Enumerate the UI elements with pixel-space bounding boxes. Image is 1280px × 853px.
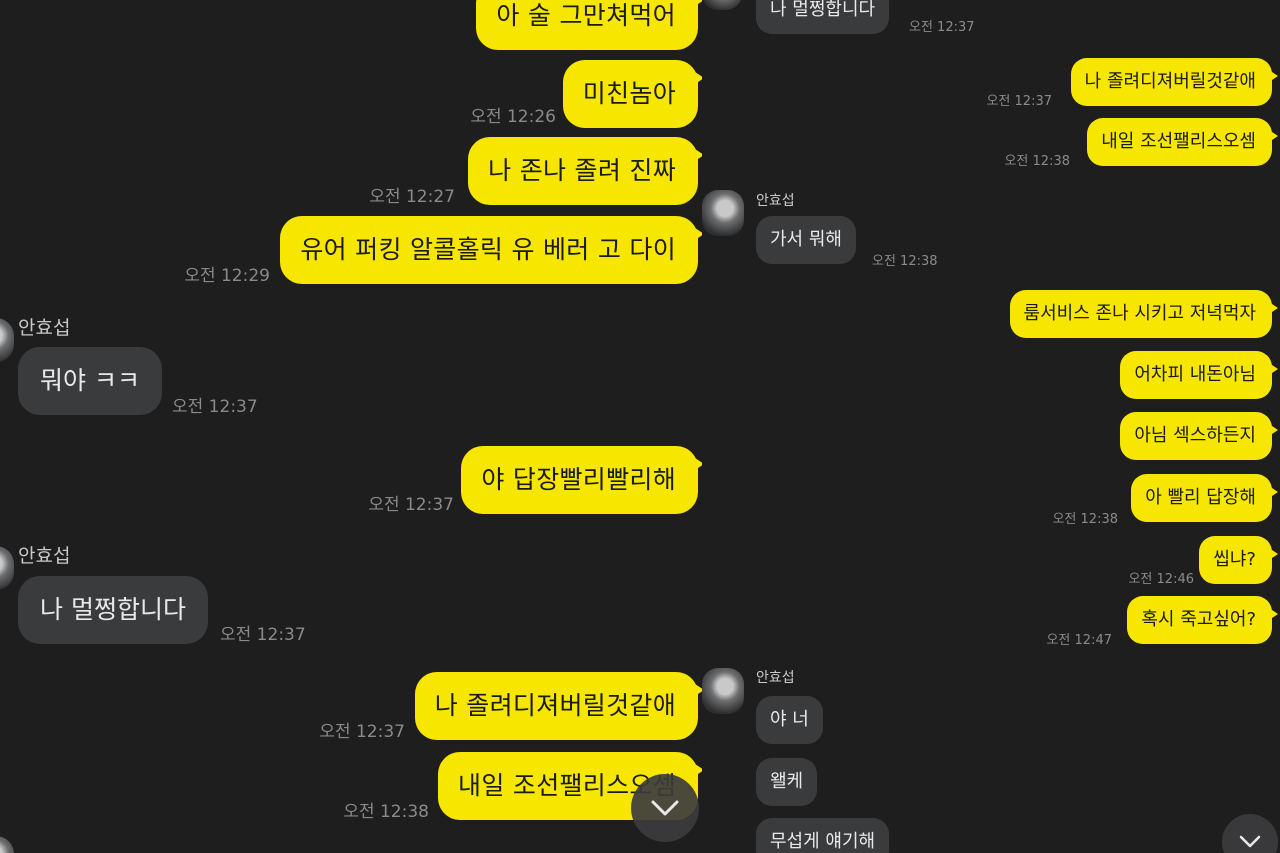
my-message-bubble[interactable]: 아님 섹스하든지 [1120,412,1278,460]
message-timestamp: 오전 12:27 [369,187,455,207]
message-text: 나 졸려디져버릴것같애 [434,691,676,720]
message-text: 야 답장빨리빨리해 [481,465,676,494]
message-text: 야 너 [770,709,809,730]
message-timestamp: 오전 12:38 [1052,512,1118,527]
sender-name: 안효섭 [756,193,795,209]
message-text: 나 멀쩡합니다 [770,0,876,20]
their-message-bubble[interactable]: 나 멀쩡합니다 [756,0,890,34]
message-text: 왤케 [770,771,804,792]
message-text: 나 졸려디져버릴것같애 [1084,71,1256,92]
my-message-bubble[interactable]: 나 존나 졸려 진짜 [468,137,702,205]
their-message-bubble[interactable]: 가서 뭐해 [756,216,856,264]
message-timestamp: 오전 12:37 [220,625,306,645]
chat-pane-left[interactable]: 아 술 그만쳐먹어 미친놈아 오전 12:26 나 존나 졸려 진짜 오전 12… [0,0,702,853]
message-text: 무섭게 얘기해 [770,831,876,852]
my-message-bubble[interactable]: 혹시 죽고싶어? [1127,596,1278,644]
message-text: 뭐야 ㅋㅋ [40,366,140,395]
my-message-bubble[interactable]: 룸서비스 존나 시키고 저녁먹자 [1009,290,1279,338]
sender-name: 안효섭 [756,670,795,686]
message-text: 아 술 그만쳐먹어 [496,1,676,30]
their-message-bubble[interactable]: 왤케 [756,758,818,806]
message-timestamp: 오전 12:38 [1004,154,1070,169]
message-timestamp: 오전 12:38 [872,254,938,269]
message-text: 어차피 내돈아님 [1134,364,1256,385]
my-message-bubble[interactable]: 나 졸려디져버릴것같애 [1070,58,1279,106]
avatar[interactable] [702,0,742,10]
message-text: 아님 섹스하든지 [1134,425,1256,446]
message-text: 나 멀쩡합니다 [40,595,186,624]
message-text: 혹시 죽고싶어? [1141,609,1256,630]
my-message-bubble[interactable]: 나 졸려디져버릴것같애 [414,672,702,740]
avatar[interactable] [0,836,14,853]
message-timestamp: 오전 12:47 [1046,633,1112,648]
scroll-to-bottom-button[interactable] [631,774,699,842]
scroll-to-bottom-button[interactable] [1222,814,1278,853]
my-message-bubble[interactable]: 야 답장빨리빨리해 [461,446,702,514]
avatar[interactable] [702,190,744,236]
message-timestamp: 오전 12:38 [343,802,429,822]
message-text: 유어 퍼킹 알콜홀릭 유 베러 고 다이 [300,235,676,264]
message-timestamp: 오전 12:37 [986,94,1052,109]
message-timestamp: 오전 12:46 [1128,572,1194,587]
avatar[interactable] [0,546,14,590]
my-message-bubble[interactable]: 어차피 내돈아님 [1120,351,1278,399]
message-text: 아 빨리 답장해 [1145,487,1256,508]
message-text: 내일 조선팰리스오셈 [1101,131,1256,152]
avatar[interactable] [702,668,744,714]
my-message-bubble[interactable]: 아 술 그만쳐먹어 [476,0,702,50]
message-text: 룸서비스 존나 시키고 저녁먹자 [1023,303,1256,324]
my-message-bubble[interactable]: 아 빨리 답장해 [1131,474,1278,522]
their-message-bubble[interactable]: 뭐야 ㅋㅋ [18,347,162,415]
message-text: 미친놈아 [582,79,676,108]
message-timestamp: 오전 12:26 [470,107,556,127]
message-text: 나 존나 졸려 진짜 [488,156,676,185]
my-message-bubble[interactable]: 씹냐? [1199,536,1278,584]
my-message-bubble[interactable]: 유어 퍼킹 알콜홀릭 유 베러 고 다이 [280,216,702,284]
sender-name: 안효섭 [18,545,71,567]
message-timestamp: 오전 12:37 [909,20,975,35]
their-message-bubble[interactable]: 야 너 [756,696,823,744]
their-message-bubble[interactable]: 무섭게 얘기해 [756,818,890,853]
my-message-bubble[interactable]: 내일 조선팰리스오셈 [1087,118,1278,166]
avatar[interactable] [0,318,14,362]
my-message-bubble[interactable]: 미친놈아 [562,60,702,128]
message-timestamp: 오전 12:37 [319,722,405,742]
message-timestamp: 오전 12:37 [172,397,258,417]
sender-name: 안효섭 [18,317,71,339]
message-text: 가서 뭐해 [770,229,842,250]
chevron-down-icon [1239,835,1261,848]
message-text: 씹냐? [1213,549,1256,570]
message-timestamp: 오전 12:29 [184,266,270,286]
their-message-bubble[interactable]: 나 멀쩡합니다 [18,576,208,644]
message-timestamp: 오전 12:37 [368,495,454,515]
chat-pane-right[interactable]: 나 멀쩡합니다 오전 12:37 나 졸려디져버릴것같애 오전 12:37 내일… [702,0,1280,853]
chevron-down-icon [651,800,679,816]
